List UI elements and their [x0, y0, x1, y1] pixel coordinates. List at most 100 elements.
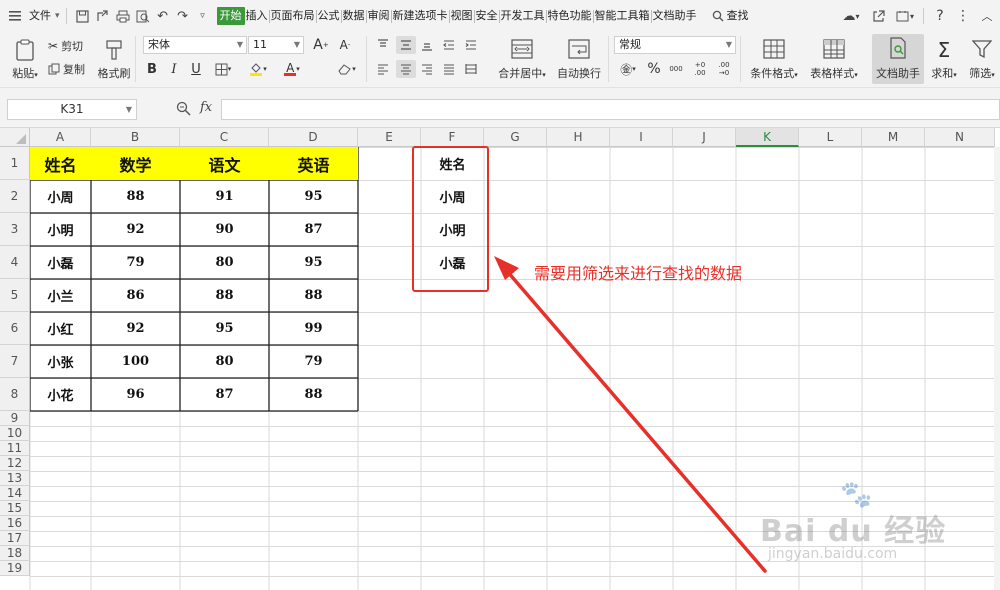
print-icon[interactable] — [113, 6, 133, 26]
spreadsheet-grid[interactable]: ABCDEFGHIJKLMN 1 2 3 4 5 6 7 8 9 10 11 12 13 14 15 16 17… — [0, 128, 1000, 590]
fill-color-button[interactable]: ▾ — [244, 60, 272, 78]
more-options-icon[interactable]: ⋮ — [952, 6, 974, 26]
row-header-10[interactable]: 10 — [0, 426, 30, 441]
table-style-button[interactable]: 表格样式▾ — [806, 36, 862, 84]
sum-button[interactable]: Σ 求和▾ — [928, 36, 960, 84]
align-right-button[interactable] — [418, 60, 436, 78]
number-format-select[interactable]: 常规 ▼ — [614, 36, 736, 54]
decrease-indent-button[interactable] — [440, 36, 458, 54]
tab-formulas[interactable]: 公式 — [317, 8, 341, 24]
row-header-5[interactable]: 5 — [0, 279, 30, 312]
column-header-d[interactable]: D — [269, 128, 358, 147]
tab-home[interactable]: 开始 — [216, 7, 245, 25]
paste-button[interactable]: 粘贴▾ — [8, 36, 42, 84]
zoom-formula-icon[interactable] — [176, 101, 192, 117]
distributed-button[interactable] — [462, 60, 480, 78]
table-cell[interactable]: 95 — [180, 312, 269, 345]
table-cell[interactable]: 88 — [91, 180, 180, 213]
align-left-button[interactable] — [374, 60, 392, 78]
column-header-m[interactable]: M — [862, 128, 925, 147]
tab-smart-toolbox[interactable]: 智能工具箱 — [594, 8, 651, 24]
tab-insert[interactable]: 插入 — [245, 8, 269, 24]
column-header-i[interactable]: I — [610, 128, 673, 147]
column-header-e[interactable]: E — [358, 128, 421, 147]
cloud-icon[interactable]: ☁ ▾ — [837, 6, 865, 26]
row-header-2[interactable]: 2 — [0, 180, 30, 213]
table-cell[interactable]: 80 — [180, 345, 269, 378]
table-cell[interactable]: 100 — [91, 345, 180, 378]
format-painter-button[interactable]: 格式刷 — [96, 36, 132, 84]
decrease-decimal-button[interactable]: .00 →0 — [714, 60, 734, 78]
table-header-cell[interactable]: 数学 — [91, 147, 180, 180]
align-bottom-button[interactable] — [418, 36, 436, 54]
row-header-13[interactable]: 13 — [0, 471, 30, 486]
table-cell[interactable]: 88 — [180, 279, 269, 312]
increase-font-button[interactable]: A + — [312, 35, 330, 55]
column-header-b[interactable]: B — [91, 128, 180, 147]
row-header-19[interactable]: 19 — [0, 561, 30, 576]
cut-button[interactable]: ✂ 剪切 — [48, 37, 83, 55]
table-cell[interactable]: 88 — [269, 279, 358, 312]
table-cell[interactable]: 小花 — [30, 378, 91, 411]
tab-doc-assistant[interactable]: 文档助手 — [652, 8, 698, 24]
row-header-12[interactable]: 12 — [0, 456, 30, 471]
app-menu-icon[interactable] — [4, 6, 26, 26]
row-header-6[interactable]: 6 — [0, 312, 30, 345]
table-cell[interactable]: 87 — [269, 213, 358, 246]
merge-center-button[interactable]: 合并居中▾ — [494, 36, 550, 84]
align-center-button[interactable] — [396, 60, 416, 78]
clear-format-button[interactable]: ▾ — [334, 60, 360, 78]
column-header-j[interactable]: J — [673, 128, 736, 147]
conditional-format-button[interactable]: 条件格式▾ — [746, 36, 802, 84]
copy-button[interactable]: 复制 — [48, 60, 85, 78]
file-menu[interactable]: 文件 ▾ — [28, 8, 60, 24]
column-header-l[interactable]: L — [799, 128, 862, 147]
column-header-f[interactable]: F — [421, 128, 484, 147]
tab-developer[interactable]: 开发工具 — [500, 8, 546, 24]
underline-button[interactable]: U — [188, 60, 204, 78]
redo-icon[interactable]: ↷ — [173, 6, 193, 26]
collapse-ribbon-icon[interactable]: ︿ — [974, 6, 1000, 26]
row-header-18[interactable]: 18 — [0, 546, 30, 561]
table-cell[interactable]: 86 — [91, 279, 180, 312]
formula-input[interactable] — [221, 99, 1000, 120]
row-header-9[interactable]: 9 — [0, 411, 30, 426]
undo-icon[interactable]: ↶ — [153, 6, 173, 26]
bold-button[interactable]: B — [144, 60, 160, 78]
table-cell[interactable]: 小磊 — [30, 246, 91, 279]
table-cell[interactable]: 99 — [269, 312, 358, 345]
filter-button[interactable]: 筛选▾ — [964, 36, 1000, 84]
increase-indent-button[interactable] — [462, 36, 480, 54]
column-header-c[interactable]: C — [180, 128, 269, 147]
tab-data[interactable]: 数据 — [342, 8, 366, 24]
tab-page-layout[interactable]: 页面布局 — [270, 8, 316, 24]
table-cell[interactable]: 95 — [269, 246, 358, 279]
row-header-16[interactable]: 16 — [0, 516, 30, 531]
row-header-1[interactable]: 1 — [0, 147, 30, 180]
table-cell[interactable]: 小周 — [30, 180, 91, 213]
align-top-button[interactable] — [374, 36, 392, 54]
row-header-15[interactable]: 15 — [0, 501, 30, 516]
tab-new-tab[interactable]: 新建选项卡 — [392, 8, 449, 24]
table-cell[interactable]: 88 — [269, 378, 358, 411]
decrease-font-button[interactable]: A- — [336, 35, 354, 55]
tab-special-features[interactable]: 特色功能 — [547, 8, 593, 24]
share-icon[interactable] — [865, 6, 891, 26]
name-box[interactable]: K31 ▼ — [7, 99, 137, 120]
tab-view[interactable]: 视图 — [450, 8, 474, 24]
help-icon[interactable]: ? — [928, 6, 952, 26]
table-cell[interactable]: 小张 — [30, 345, 91, 378]
font-name-select[interactable]: 宋体 ▼ — [143, 36, 247, 54]
print-preview-icon[interactable] — [133, 6, 153, 26]
wrap-text-button[interactable]: 自动换行 — [554, 36, 604, 84]
font-size-select[interactable]: 11 ▼ — [248, 36, 304, 54]
table-cell[interactable]: 小明 — [30, 213, 91, 246]
customize-quick-access-icon[interactable]: ▿ — [193, 6, 213, 26]
table-cell[interactable]: 92 — [91, 213, 180, 246]
border-button[interactable]: ▾ — [210, 60, 236, 78]
row-header-3[interactable]: 3 — [0, 213, 30, 246]
table-cell[interactable]: 80 — [180, 246, 269, 279]
table-cell[interactable]: 92 — [91, 312, 180, 345]
doc-assistant-button[interactable]: 文档助手 — [872, 34, 924, 84]
export-icon[interactable] — [93, 6, 113, 26]
